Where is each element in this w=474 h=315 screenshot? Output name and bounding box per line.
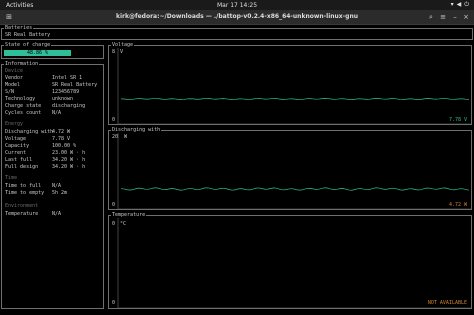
info-key: Current	[5, 150, 27, 156]
battery-tab[interactable]: SR Real Battery	[5, 32, 50, 38]
info-value: Intel SR 1	[52, 75, 83, 81]
temperature-graph-panel: Temperature 0 °C 0 NOT AVAILABLE	[108, 212, 472, 309]
info-row: S/N 123456789	[5, 89, 79, 95]
soc-value: 48.86 %	[26, 50, 49, 56]
info-value: 5h 2m	[52, 190, 68, 196]
info-key: Technology	[5, 96, 36, 102]
info-row: Vendor Intel SR 1	[5, 75, 82, 81]
time-section-title: Time	[5, 175, 18, 181]
info-row: Temperature N/A	[5, 211, 61, 217]
info-row: Charge state discharging	[5, 103, 85, 109]
soc-gauge: 48.86 %	[4, 50, 71, 56]
clock[interactable]: Mar 17 14:25	[0, 2, 474, 9]
info-key: Charge state	[5, 103, 42, 109]
close-icon[interactable]: ×	[461, 13, 471, 21]
info-key: Capacity	[5, 143, 30, 149]
environment-section-title: Environment	[5, 203, 39, 209]
energy-section-title: Energy	[5, 121, 24, 127]
info-row: Discharging with4.72 W	[5, 129, 70, 135]
voltage-current: 7.78 V	[448, 117, 467, 123]
minimize-icon[interactable]: –	[450, 13, 460, 21]
net-icon: ▾	[450, 1, 454, 8]
info-key: Cycles count	[5, 110, 42, 116]
search-icon[interactable]: ⌕	[426, 13, 436, 21]
info-key: Last full	[5, 157, 33, 163]
info-value: 34.20 W · h	[52, 157, 86, 163]
info-row: Last full 34.20 W · h	[5, 157, 85, 163]
info-value: 34.20 W · h	[52, 164, 86, 170]
temperature-plot	[117, 218, 471, 309]
info-key: Discharging with	[5, 129, 54, 135]
info-key: Model	[5, 82, 21, 88]
info-row: Current 23.00 W · h	[5, 150, 85, 156]
system-tray[interactable]: ▾ ◀ ⏻	[451, 1, 469, 9]
info-panel: Information Device Vendor Intel SR 1 Model…	[1, 61, 104, 309]
voltage-graph-panel: Voltage 8 V 0 7.78 V	[108, 42, 472, 125]
soc-label: State of charge	[4, 42, 52, 48]
info-value: 7.78 V	[52, 136, 71, 142]
info-row: Cycles count N/A	[5, 110, 61, 116]
info-value: N/A	[52, 183, 62, 189]
menu-icon[interactable]: ≡	[438, 13, 448, 21]
batteries-panel: Batteries SR Real Battery	[1, 25, 473, 40]
batteries-label: Batteries	[4, 25, 34, 31]
info-value: discharging	[52, 103, 86, 109]
discharge-graph-panel: Discharging with 20 W 0 4.72 W	[108, 127, 472, 210]
info-row: Technology unknown	[5, 96, 73, 102]
info-key: Time to full	[5, 183, 42, 189]
info-row: Model SR Real Battery	[5, 82, 97, 88]
info-value: 123456789	[52, 89, 80, 95]
info-value: N/A	[52, 110, 62, 116]
discharge-plot	[117, 133, 471, 210]
device-section-title: Device	[5, 68, 24, 74]
info-key: Vendor	[5, 75, 24, 81]
temperature-current: NOT AVAILABLE	[427, 300, 467, 306]
power-icon: ⏻	[464, 1, 469, 8]
window-titlebar: ⊞ kirk@fedora:~/Downloads — ./battop-v0.…	[0, 10, 474, 25]
window-title: kirk@fedora:~/Downloads — ./battop-v0.2.…	[116, 13, 358, 20]
info-value: 100.00 %	[52, 143, 77, 149]
voltage-plot	[117, 48, 471, 125]
info-row: Voltage 7.78 V	[5, 136, 70, 142]
info-value: unknown	[52, 96, 74, 102]
system-topbar: Activities Mar 17 14:25 ▾ ◀ ⏻	[0, 0, 474, 10]
info-value: 4.72 W	[52, 129, 71, 135]
info-row: Capacity 100.00 %	[5, 143, 76, 149]
info-label: Information	[4, 61, 40, 67]
info-key: S/N	[5, 89, 15, 95]
discharge-current: 4.72 W	[448, 202, 467, 208]
info-row: Time to full N/A	[5, 183, 61, 189]
terminal[interactable]: Batteries SR Real Battery State of charg…	[0, 25, 474, 315]
info-key: Full design	[5, 164, 39, 170]
info-key: Temperature	[5, 211, 39, 217]
info-value: 23.00 W · h	[52, 150, 86, 156]
info-row: Full design 34.20 W · h	[5, 164, 85, 170]
volume-icon: ◀	[456, 1, 462, 8]
info-value: N/A	[52, 211, 62, 217]
info-key: Time to empty	[5, 190, 45, 196]
info-row: Time to empty 5h 2m	[5, 190, 67, 196]
info-value: SR Real Battery	[52, 82, 98, 88]
info-key: Voltage	[5, 136, 27, 142]
